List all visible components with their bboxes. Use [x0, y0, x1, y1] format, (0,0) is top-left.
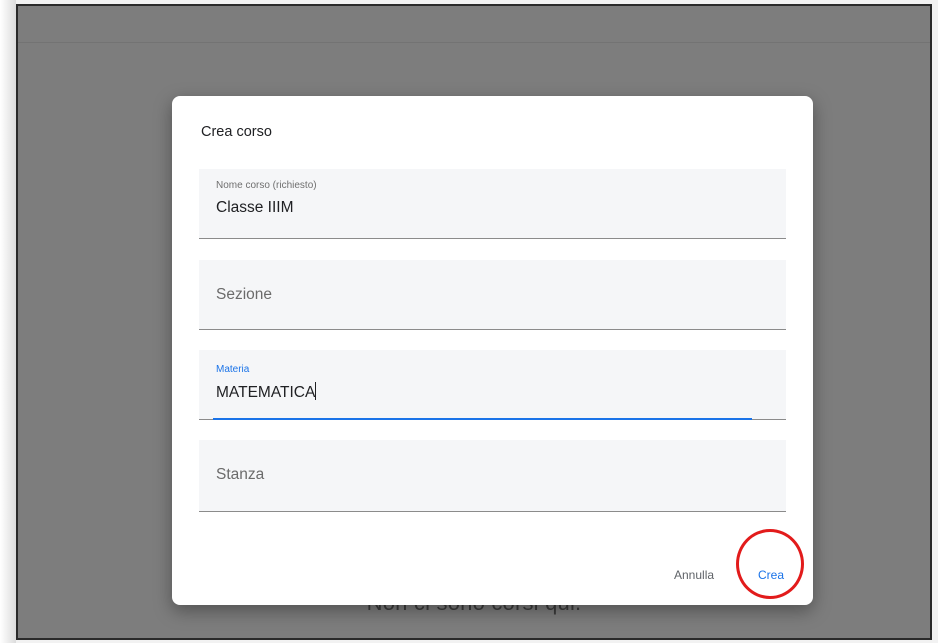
- section-field[interactable]: Sezione: [199, 260, 786, 330]
- subject-field[interactable]: Materia MATEMATICA: [199, 350, 786, 420]
- course-name-label: Nome corso (richiesto): [216, 180, 317, 191]
- subject-value-wrap: MATEMATICA: [216, 382, 317, 402]
- course-name-value: Classe IIIM: [216, 199, 294, 216]
- subject-focus-underline: [213, 418, 752, 420]
- course-name-field[interactable]: Nome corso (richiesto) Classe IIIM: [199, 169, 786, 239]
- subject-value: MATEMATICA: [216, 384, 316, 401]
- room-placeholder: Stanza: [216, 466, 265, 483]
- header-divider: [18, 42, 930, 43]
- dialog-title: Crea corso: [201, 124, 272, 140]
- create-course-dialog: Crea corso Nome corso (richiesto) Classe…: [172, 96, 813, 605]
- create-button[interactable]: Crea: [758, 568, 784, 582]
- subject-label: Materia: [216, 364, 250, 375]
- cancel-button[interactable]: Annulla: [674, 568, 714, 582]
- room-field[interactable]: Stanza: [199, 440, 786, 512]
- text-cursor: [315, 382, 317, 400]
- left-edge-strip: [0, 0, 16, 643]
- section-placeholder: Sezione: [216, 286, 273, 303]
